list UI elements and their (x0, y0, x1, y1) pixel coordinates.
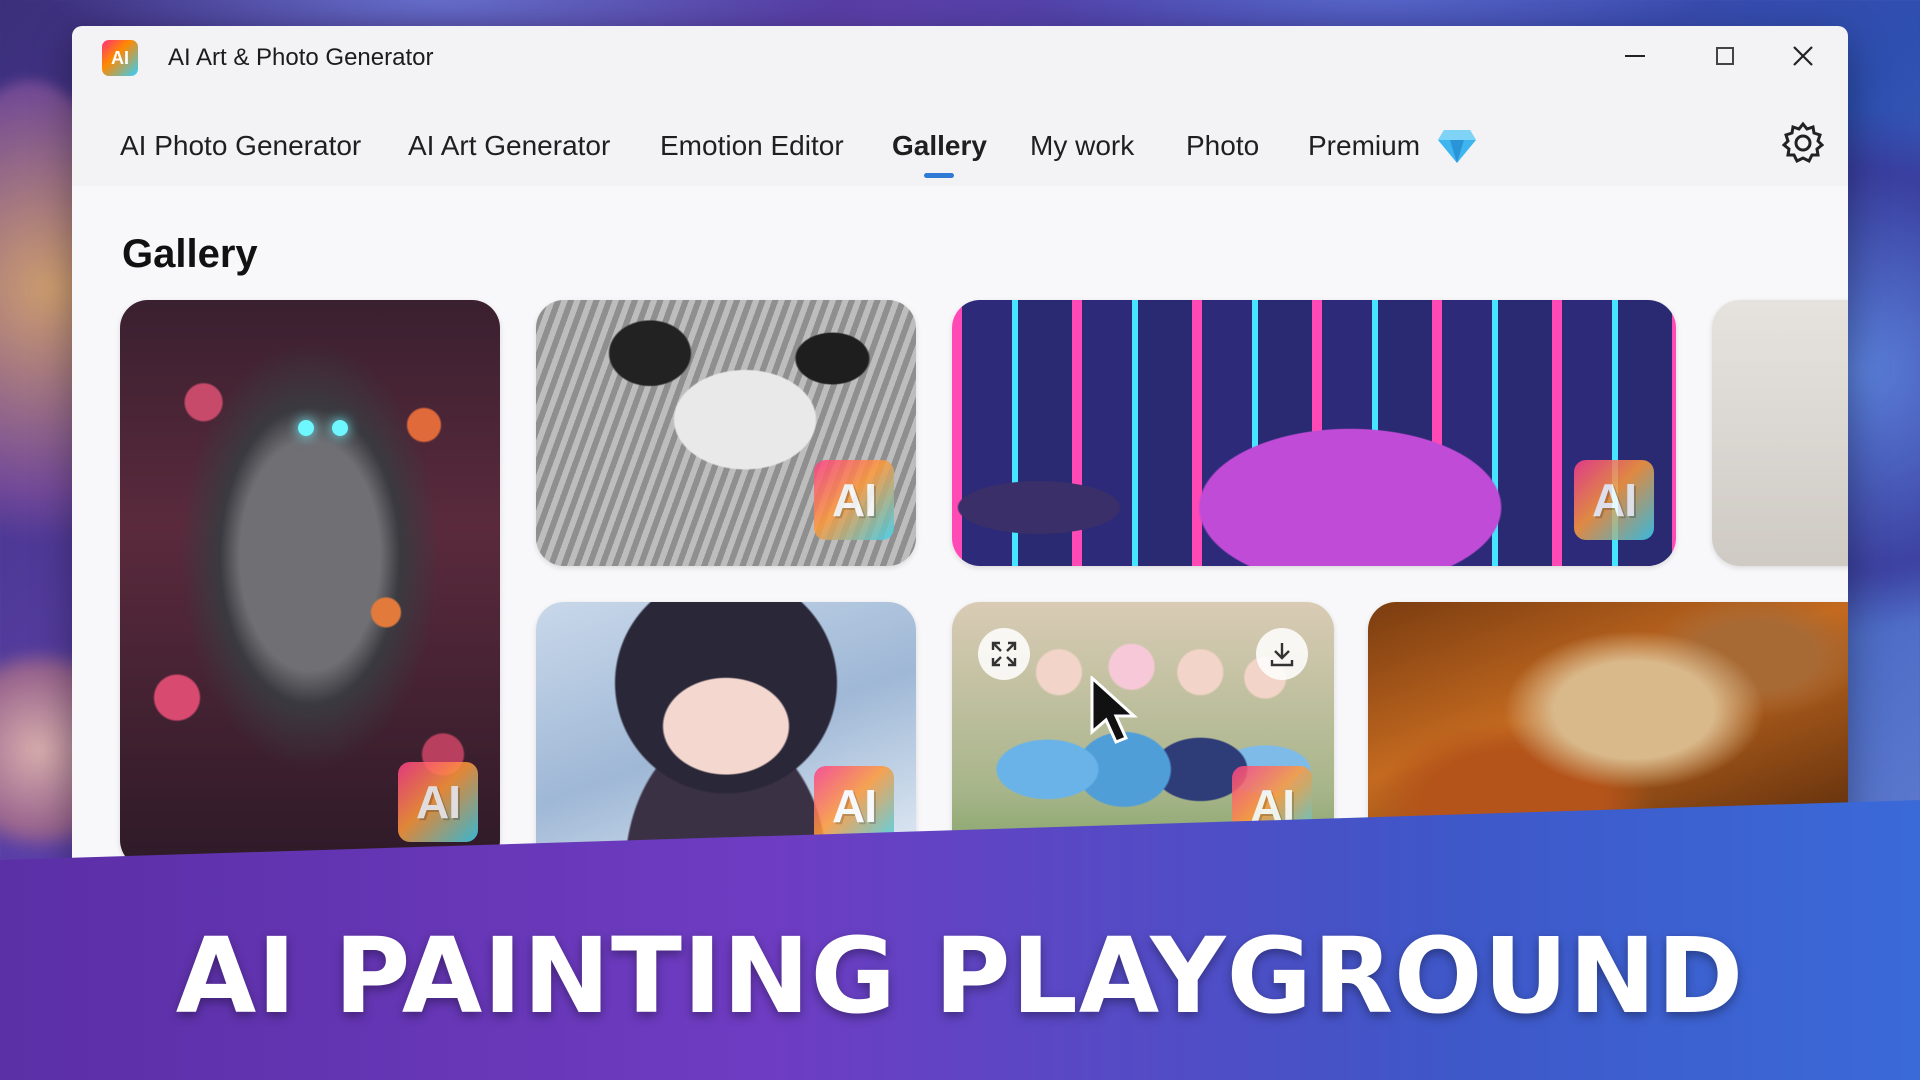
tab-label: AI Art Generator (408, 130, 611, 161)
tab-gallery[interactable]: Gallery (892, 126, 987, 178)
cursor-icon (1090, 676, 1138, 744)
gallery-card-anime-portrait[interactable]: AI (536, 602, 916, 872)
tab-ai-photo-generator[interactable]: AI Photo Generator (120, 126, 361, 176)
tab-label: Premium (1308, 130, 1421, 161)
window-title: AI Art & Photo Generator (168, 44, 434, 71)
tab-my-work[interactable]: My work (1030, 126, 1134, 176)
minimize-icon (1625, 55, 1645, 57)
tab-emotion-editor[interactable]: Emotion Editor (660, 126, 844, 176)
expand-icon (991, 641, 1017, 667)
tab-label: Emotion Editor (660, 130, 844, 161)
tab-label: My work (1030, 130, 1135, 161)
main-nav: AI Photo Generator AI Art Generator Emot… (72, 121, 1848, 186)
banner-headline: AI PAINTING PLAYGROUND (175, 915, 1745, 1037)
gallery-card-robot[interactable]: AI (120, 300, 500, 868)
ai-badge: AI (814, 460, 894, 540)
page-title: Gallery (122, 232, 258, 276)
robot-eyes (298, 420, 358, 436)
close-icon (1793, 46, 1813, 66)
diamond-icon[interactable] (1438, 128, 1476, 164)
minimize-button[interactable] (1612, 38, 1658, 74)
gallery-content: Gallery AI AI AI AI AI (72, 186, 1848, 896)
maximize-button[interactable] (1702, 38, 1748, 74)
maximize-icon (1716, 47, 1734, 65)
tab-label: Gallery (892, 130, 987, 161)
tab-premium[interactable]: Premium (1308, 126, 1420, 176)
download-button[interactable] (1256, 628, 1308, 680)
ai-badge: AI (1574, 460, 1654, 540)
app-window: AI AI Art & Photo Generator AI Photo Gen… (72, 26, 1848, 896)
ai-badge: AI (398, 762, 478, 842)
gallery-card-manga-girl[interactable]: AI (536, 300, 916, 566)
gallery-card-partial[interactable] (1712, 300, 1848, 566)
active-tab-indicator (924, 173, 955, 178)
app-logo-icon: AI (102, 40, 138, 76)
tab-photo[interactable]: Photo (1186, 126, 1259, 176)
close-button[interactable] (1780, 38, 1826, 74)
download-icon (1270, 643, 1294, 667)
tab-ai-art-generator[interactable]: AI Art Generator (408, 126, 610, 176)
tab-label: Photo (1186, 130, 1260, 161)
title-bar: AI AI Art & Photo Generator (72, 26, 1848, 84)
gallery-card-neon-car[interactable]: AI (952, 300, 1676, 566)
tab-label: AI Photo Generator (120, 130, 362, 161)
gear-icon[interactable] (1780, 120, 1826, 166)
expand-button[interactable] (978, 628, 1030, 680)
